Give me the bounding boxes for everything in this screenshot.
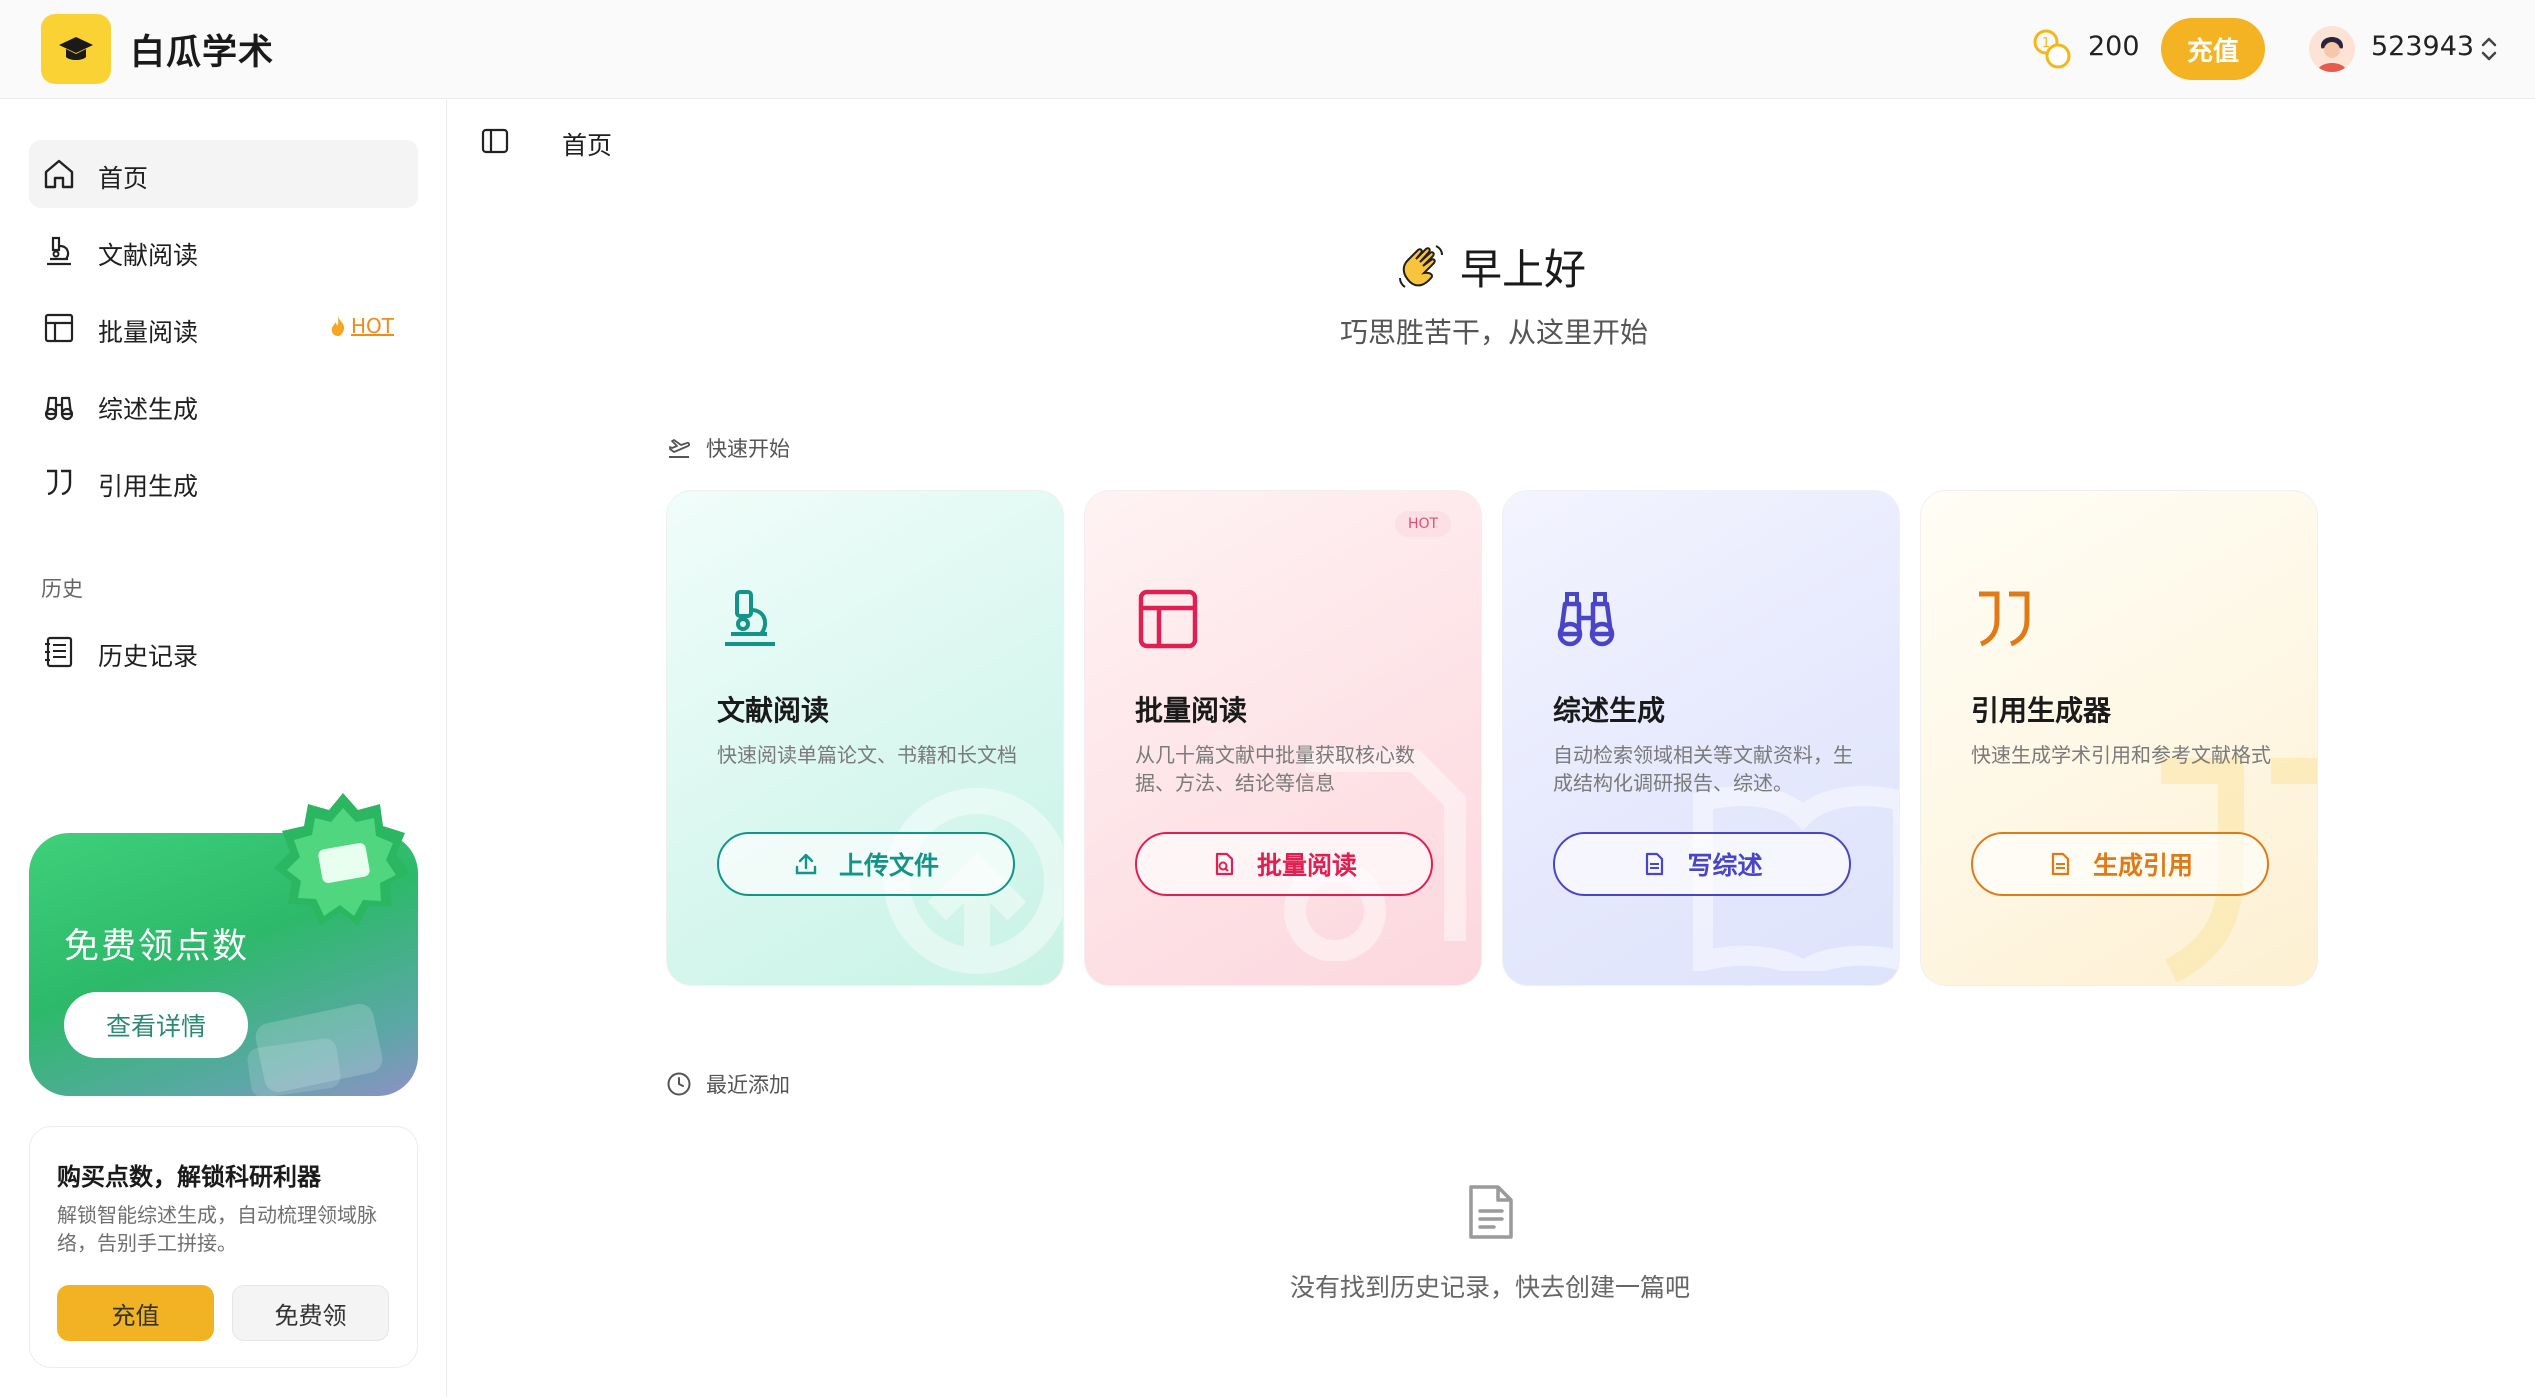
write-review-label: 写综述: [1687, 851, 1763, 880]
hot-badge: HOT: [329, 314, 394, 338]
quick-start-header: 快速开始: [666, 433, 790, 463]
card-description: 快速生成学术引用和参考文献格式: [1971, 743, 2271, 767]
app-title: 白瓜学术: [130, 33, 275, 73]
buy-points-card: 购买点数，解锁科研利器 解锁智能综述生成，自动梳理领域脉络，告别手工拼接。 充值…: [29, 1126, 418, 1368]
microscope-icon: [725, 590, 775, 646]
file-search-icon: [1215, 852, 1234, 876]
card-description: 自动检索领域相关等文献资料，生成结构化调研报告、综述。: [1553, 743, 1853, 795]
history-list-icon: [45, 636, 73, 668]
quote-icon: [47, 469, 72, 496]
user-avatar-icon: [2309, 26, 2355, 72]
hot-badge: HOT: [1395, 511, 1451, 537]
sidebar-item-history[interactable]: 历史记录: [29, 618, 418, 686]
graduation-cap-icon: [59, 37, 93, 60]
quote-icon: [1979, 591, 2030, 647]
home-icon: [44, 159, 74, 189]
card-description: 从几十篇文献中批量获取核心数据、方法、结论等信息: [1135, 743, 1415, 795]
document-icon: [2051, 852, 2070, 876]
table-icon: [44, 313, 74, 343]
sidebar-item-label: 引用生成: [98, 472, 199, 501]
sidebar-item-label: 首页: [98, 164, 149, 193]
card-title: 文献阅读: [717, 694, 830, 727]
sidebar-item-home[interactable]: 首页: [29, 140, 418, 208]
generate-citation-button[interactable]: 生成引用: [1971, 832, 2269, 896]
sidebar-toggle-icon[interactable]: [480, 126, 510, 156]
history-section-label: 历史: [41, 577, 83, 601]
binoculars-icon: [1557, 592, 1615, 647]
feature-card-citation-generator[interactable]: 引用生成器 快速生成学术引用和参考文献格式 生成引用: [1920, 490, 2318, 986]
feature-card-batch-reading[interactable]: HOT 批量阅读 从几十篇文献中批量获取核心数据、方法、结论等信息 批量阅读: [1084, 490, 1482, 986]
sidebar-item-label: 文献阅读: [98, 241, 199, 270]
sidebar-item-label: 历史记录: [98, 642, 199, 671]
sidebar-item-citation-generation[interactable]: 引用生成: [29, 448, 418, 516]
card-title: 批量阅读: [1135, 694, 1248, 727]
waving-hand-icon: [1399, 244, 1443, 288]
hot-badge-label: HOT: [351, 314, 394, 338]
microscope-icon: [47, 236, 71, 266]
card-description: 快速阅读单篇论文、书籍和长文档: [717, 743, 1017, 767]
coins-icon: 1: [2033, 29, 2071, 69]
greeting-title: 早上好: [1460, 245, 1587, 294]
recent-header: 最近添加: [666, 1069, 790, 1099]
feature-card-literature-reading[interactable]: 文献阅读 快速阅读单篇论文、书籍和长文档 上传文件: [666, 490, 1064, 986]
empty-document-icon: [1469, 1185, 1513, 1239]
badge-decoration-icon: [274, 793, 410, 926]
recent-label: 最近添加: [706, 1073, 790, 1097]
greeting-subtitle: 巧思胜苦干，从这里开始: [1339, 316, 1648, 349]
breadcrumb: 首页: [562, 131, 613, 160]
card-title: 引用生成器: [1971, 694, 2112, 727]
plane-takeoff-icon: [669, 439, 690, 458]
document-icon: [1646, 852, 1664, 876]
logo[interactable]: [41, 14, 111, 84]
batch-reading-label: 批量阅读: [1256, 851, 1357, 880]
write-review-button[interactable]: 写综述: [1553, 832, 1851, 896]
card-title: 综述生成: [1553, 694, 1666, 727]
upload-icon: [795, 853, 817, 875]
view-details-button[interactable]: 查看详情: [64, 992, 248, 1058]
clock-icon: [667, 1072, 691, 1096]
sidebar-item-batch-reading[interactable]: 批量阅读 HOT: [29, 294, 418, 362]
greeting-row: 早上好: [1396, 236, 1586, 297]
upload-file-button[interactable]: 上传文件: [717, 832, 1015, 896]
sidebar-item-literature-reading[interactable]: 文献阅读: [29, 217, 418, 285]
buy-card-title: 购买点数，解锁科研利器: [57, 1163, 321, 1191]
promo-title: 免费领点数: [64, 927, 250, 967]
batch-reading-button[interactable]: 批量阅读: [1135, 832, 1433, 896]
table-icon: [1138, 589, 1198, 649]
sidebar-item-label: 综述生成: [98, 395, 199, 424]
empty-state-text: 没有找到历史记录，快去创建一篇吧: [1289, 1273, 1690, 1302]
buy-card-description: 解锁智能综述生成，自动梳理领域脉络，告别手工拼接。: [57, 1203, 377, 1255]
upload-file-label: 上传文件: [838, 851, 939, 880]
chevron-updown-icon[interactable]: [2476, 33, 2502, 65]
feature-card-review-generation[interactable]: 综述生成 自动检索领域相关等文献资料，生成结构化调研报告、综述。 写综述: [1502, 490, 1900, 986]
recharge-button[interactable]: 充值: [2161, 18, 2265, 80]
coin-balance: 200: [2088, 31, 2140, 62]
sidebar-item-review-generation[interactable]: 综述生成: [29, 371, 418, 439]
flame-icon: [331, 316, 345, 336]
username[interactable]: 523943: [2371, 31, 2474, 62]
binoculars-icon: [44, 396, 74, 421]
generate-citation-label: 生成引用: [2092, 851, 2193, 880]
top-bar: 白瓜学术 1 200 充值 523943: [0, 0, 2535, 99]
avatar[interactable]: [2309, 26, 2355, 72]
quick-start-label: 快速开始: [706, 437, 790, 461]
sidebar-item-label: 批量阅读: [98, 318, 199, 347]
buy-recharge-button[interactable]: 充值: [57, 1285, 214, 1341]
free-claim-button[interactable]: 免费领: [232, 1285, 389, 1341]
